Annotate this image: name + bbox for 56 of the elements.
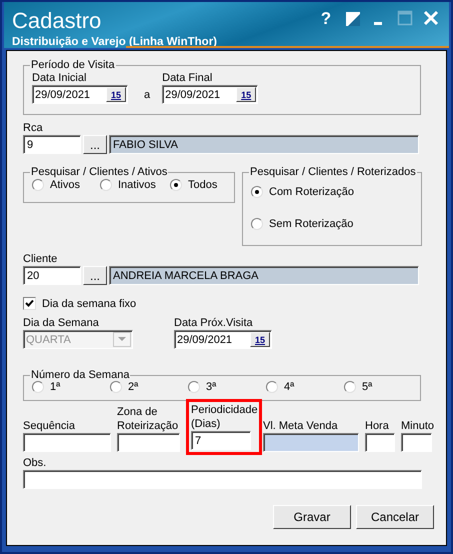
input-field[interactable]: [401, 433, 432, 452]
field-label: Vl. Meta Venda: [263, 419, 339, 433]
window-title: Cadastro: [12, 8, 102, 34]
date-field[interactable]: 29/09/2021 15: [32, 85, 128, 104]
radio-button[interactable]: 4ª: [266, 381, 344, 393]
radio-button[interactable]: Todos: [170, 179, 218, 191]
field-label: Obs.: [23, 456, 48, 470]
group-title: Pesquisar / Clientes / Roterizados: [249, 166, 417, 178]
name-field: ANDREIA MARCELA BRAGA: [109, 266, 419, 285]
group-title: Período de Visita: [30, 59, 116, 71]
radio-button[interactable]: 3ª: [188, 381, 266, 393]
field-label: Dia da Semana: [23, 316, 100, 330]
name-field: FABIO SILVA: [109, 135, 419, 154]
field-label: Data Inicial: [32, 71, 88, 85]
contrast-icon[interactable]: [345, 11, 361, 27]
lookup-button[interactable]: ...: [83, 266, 107, 285]
window-subtitle: Distribuição e Varejo (Linha WinThor): [12, 36, 218, 48]
calendar-button[interactable]: 15: [250, 332, 270, 347]
date-field[interactable]: 29/09/2021 15: [162, 85, 258, 104]
checkbox[interactable]: Dia da semana fixo: [23, 297, 446, 310]
code-field[interactable]: 20: [23, 266, 81, 285]
field-label: Cliente: [23, 252, 58, 266]
radio-button[interactable]: Com Roterização: [251, 186, 419, 198]
input-field[interactable]: [365, 433, 395, 452]
caret-icon: [118, 337, 126, 342]
close-icon[interactable]: [423, 10, 439, 26]
action-button[interactable]: Gravar: [273, 505, 351, 529]
radio-button[interactable]: Sem Roterização: [251, 218, 419, 230]
field-label: Hora: [365, 419, 390, 433]
code-field[interactable]: 9: [23, 135, 81, 154]
help-button[interactable]: ?: [317, 10, 335, 28]
action-button[interactable]: Cancelar: [356, 505, 434, 529]
input-field[interactable]: 7: [191, 431, 251, 450]
radio-button[interactable]: Inativos: [100, 179, 170, 191]
input-field[interactable]: [117, 433, 180, 452]
group-title: Pesquisar / Clientes / Ativos: [30, 166, 168, 178]
range-separator: a: [144, 89, 150, 101]
calendar-button[interactable]: 15: [106, 87, 126, 102]
input-field[interactable]: [263, 433, 359, 452]
field-label: Data Próx.Visita: [174, 316, 254, 330]
field-label: Data Final: [162, 71, 214, 85]
group-title: Número da Semana: [30, 369, 130, 381]
radio-button[interactable]: 5ª: [344, 381, 372, 393]
radio-button[interactable]: 2ª: [110, 381, 188, 393]
radio-button[interactable]: 1ª: [32, 381, 110, 393]
input-field[interactable]: [23, 433, 111, 452]
field-label: Periodicidade (Dias): [191, 403, 257, 431]
field-label: Zona de Roteirização: [117, 405, 180, 433]
field-label: Rca: [23, 121, 44, 135]
field-label: Minuto: [401, 419, 434, 433]
lookup-button[interactable]: ...: [83, 135, 107, 154]
radio-button[interactable]: Ativos: [32, 179, 100, 191]
date-field[interactable]: 29/09/2021 15: [174, 330, 272, 349]
calendar-button[interactable]: 15: [236, 87, 256, 102]
field-label: Sequência: [23, 419, 76, 433]
notes-field[interactable]: [23, 470, 422, 489]
